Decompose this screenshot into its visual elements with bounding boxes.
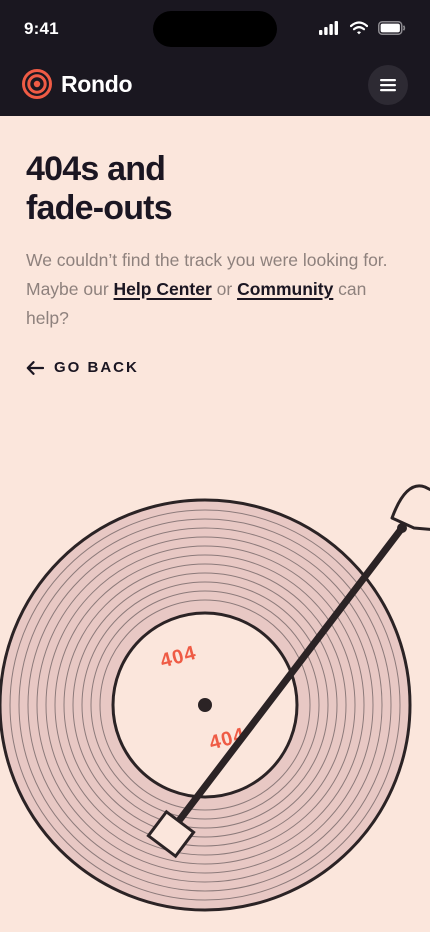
title-line-1: 404s and [26, 150, 166, 188]
record-illustration: 404 404 [0, 484, 430, 912]
hamburger-menu-icon [380, 79, 396, 92]
spindle [198, 698, 212, 712]
page-title: 404s and fade-outs [26, 150, 406, 228]
community-link[interactable]: Community [237, 279, 333, 299]
error-content: 404s and fade-outs We couldn’t find the … [26, 150, 406, 376]
status-icons [313, 21, 406, 37]
help-center-link[interactable]: Help Center [114, 279, 212, 299]
arrow-left-icon [26, 360, 44, 375]
signal-icon [319, 21, 339, 35]
go-back-button[interactable]: GO BACK [26, 359, 406, 376]
message-text-2: or [211, 279, 238, 299]
wifi-icon [349, 21, 368, 35]
status-bar: 9:41 [0, 0, 430, 60]
vinyl-record: 404 404 [0, 498, 412, 912]
go-back-label: GO BACK [54, 359, 139, 376]
dynamic-island [153, 11, 277, 47]
vinyl-logo-icon[interactable] [22, 69, 52, 99]
menu-button[interactable] [368, 65, 408, 105]
battery-icon [378, 21, 406, 35]
top-navbar: Rondo [0, 60, 430, 116]
status-time: 9:41 [24, 19, 59, 38]
brand-name[interactable]: Rondo [61, 71, 133, 98]
title-line-2: fade-outs [26, 189, 173, 227]
error-message: We couldn’t find the track you were look… [26, 246, 406, 333]
